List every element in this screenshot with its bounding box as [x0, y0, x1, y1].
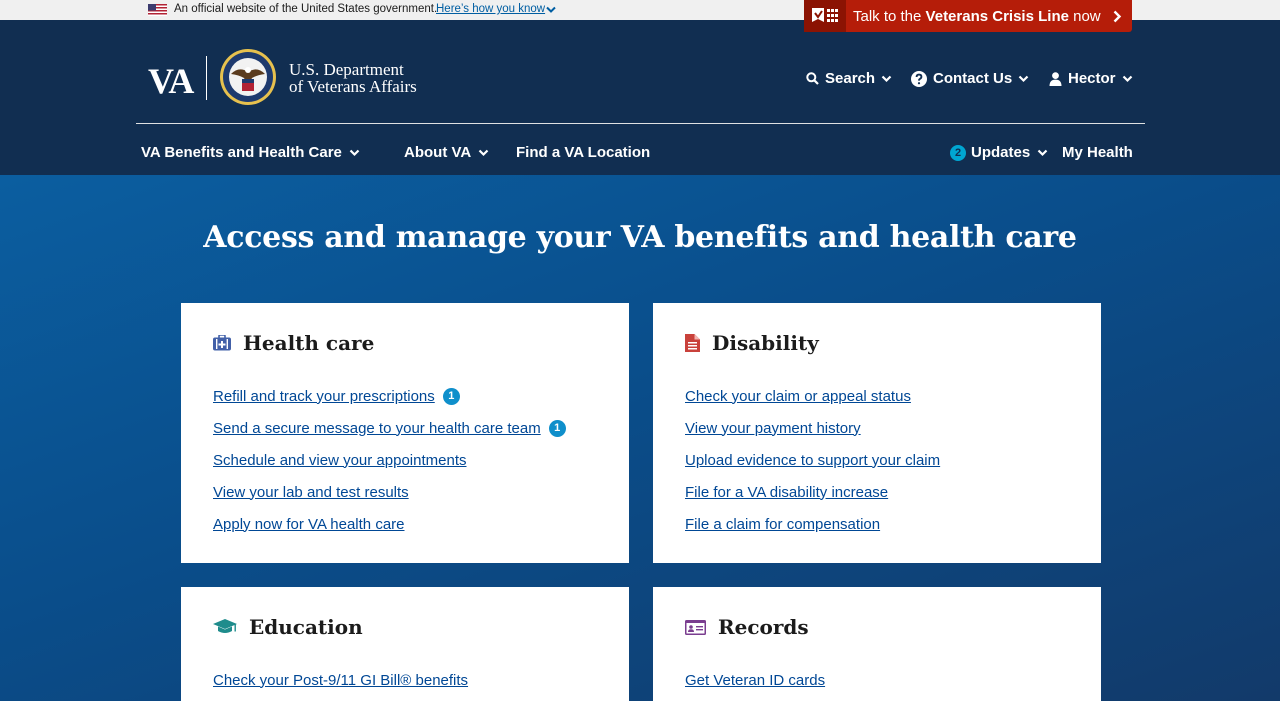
lab-results-link[interactable]: View your lab and test results [213, 484, 409, 501]
site-header: VA U.S. Department of Veterans Affairs S… [0, 20, 1280, 175]
list-item: File for a VA disability increase [685, 476, 940, 508]
list-item: Check your Post-9/11 GI Bill® benefits [213, 664, 468, 696]
department-name-line1: U.S. Department [289, 60, 404, 79]
chevron-down-icon [1018, 75, 1029, 82]
nav-benefits-and-health-care[interactable]: VA Benefits and Health Care [141, 144, 360, 161]
user-name-label: Hector [1068, 70, 1116, 87]
list-item: Apply now for VA health care [213, 508, 566, 540]
card-records: Records Get Veteran ID cards [653, 587, 1101, 701]
veterans-crisis-line-button[interactable]: Talk to the Veterans Crisis Line now [804, 0, 1132, 32]
chevron-down-icon [478, 149, 489, 156]
list-item: Send a secure message to your health car… [213, 412, 566, 444]
nav-my-health[interactable]: My Health [1062, 144, 1133, 161]
card-link-list: Check your claim or appeal status View y… [685, 380, 940, 540]
nav-about-label: About VA [404, 144, 472, 161]
card-header: Education [213, 615, 363, 639]
question-circle-icon [911, 70, 927, 87]
va-logo-text[interactable]: VA [148, 60, 194, 102]
list-item: Check your claim or appeal status [685, 380, 940, 412]
list-item: Get Veteran ID cards [685, 664, 825, 696]
user-icon [1049, 71, 1062, 86]
crisis-line-bold: Veterans Crisis Line [925, 8, 1069, 25]
heres-how-you-know-link[interactable]: Here’s how you know [436, 3, 545, 15]
search-menu-button[interactable]: Search [806, 70, 892, 87]
chevron-down-icon [1037, 149, 1048, 156]
appointments-link[interactable]: Schedule and view your appointments [213, 452, 467, 469]
chevron-down-icon [349, 149, 360, 156]
medkit-icon [213, 335, 231, 351]
list-item: View your lab and test results [213, 476, 566, 508]
card-title: Records [718, 615, 809, 639]
card-education: Education Check your Post-9/11 GI Bill® … [181, 587, 629, 701]
list-item: File a claim for compensation [685, 508, 940, 540]
updates-count-badge: 2 [950, 144, 966, 161]
card-health-care: Health care Refill and track your prescr… [181, 303, 629, 563]
va-seal-icon[interactable] [219, 48, 277, 106]
notification-count-badge: 1 [548, 419, 566, 437]
page-title: Access and manage your VA benefits and h… [203, 220, 1077, 255]
card-header: Health care [213, 331, 374, 355]
search-icon [806, 72, 819, 85]
graduation-cap-icon [213, 619, 237, 633]
nav-benefits-label: VA Benefits and Health Care [141, 144, 342, 161]
claim-status-link[interactable]: Check your claim or appeal status [685, 388, 911, 405]
disability-increase-link[interactable]: File for a VA disability increase [685, 484, 888, 501]
list-item: Upload evidence to support your claim [685, 444, 940, 476]
list-item: Refill and track your prescriptions 1 [213, 380, 566, 412]
gi-bill-benefits-link[interactable]: Check your Post-9/11 GI Bill® benefits [213, 672, 468, 689]
contact-us-menu-button[interactable]: Contact Us [911, 70, 1029, 87]
header-divider [136, 123, 1145, 124]
crisis-line-icon-box [804, 0, 846, 32]
file-text-icon [685, 334, 700, 352]
id-card-icon [685, 619, 706, 635]
nav-my-health-label: My Health [1062, 144, 1133, 161]
crisis-line-text: Talk to the Veterans Crisis Line now [853, 8, 1101, 25]
nav-updates[interactable]: 2 Updates [950, 144, 1048, 161]
user-account-menu-button[interactable]: Hector [1049, 70, 1133, 87]
nav-about-va[interactable]: About VA [404, 144, 489, 161]
refill-prescriptions-link[interactable]: Refill and track your prescriptions [213, 388, 435, 405]
nav-find-label: Find a VA Location [516, 144, 651, 161]
secure-message-link[interactable]: Send a secure message to your health car… [213, 420, 541, 437]
notification-count-badge: 1 [442, 387, 460, 405]
hero-section: Access and manage your VA benefits and h… [0, 175, 1280, 701]
chevron-down-icon [881, 75, 892, 82]
us-flag-icon [148, 4, 167, 16]
file-claim-link[interactable]: File a claim for compensation [685, 516, 880, 533]
nav-updates-label: Updates [971, 144, 1031, 161]
official-website-text: An official website of the United States… [174, 3, 438, 15]
chevron-down-icon [1122, 75, 1132, 82]
card-link-list: Check your Post-9/11 GI Bill® benefits [213, 664, 468, 696]
chevron-down-icon[interactable] [546, 6, 556, 14]
list-item: View your payment history [685, 412, 940, 444]
list-item: Schedule and view your appointments [213, 444, 566, 476]
crisis-line-icon [812, 8, 838, 22]
card-title: Education [249, 615, 363, 639]
crisis-line-prefix: Talk to the [853, 8, 926, 25]
department-name-line2: of Veterans Affairs [289, 77, 417, 96]
department-name: U.S. Department of Veterans Affairs [289, 61, 417, 95]
card-header: Disability [685, 331, 819, 355]
card-header: Records [685, 615, 809, 639]
card-title: Disability [712, 331, 819, 355]
card-title: Health care [243, 331, 375, 355]
chevron-right-icon [1113, 10, 1122, 23]
nav-find-va-location[interactable]: Find a VA Location [516, 144, 650, 161]
veteran-id-cards-link[interactable]: Get Veteran ID cards [685, 672, 825, 689]
card-link-list: Refill and track your prescriptions 1 Se… [213, 380, 566, 540]
payment-history-link[interactable]: View your payment history [685, 420, 861, 437]
logo-divider [206, 56, 207, 100]
card-disability: Disability Check your claim or appeal st… [653, 303, 1101, 563]
upload-evidence-link[interactable]: Upload evidence to support your claim [685, 452, 940, 469]
search-label: Search [825, 70, 876, 87]
crisis-line-suffix: now [1068, 8, 1101, 25]
apply-health-care-link[interactable]: Apply now for VA health care [213, 516, 405, 533]
contact-us-label: Contact Us [933, 70, 1013, 87]
card-link-list: Get Veteran ID cards [685, 664, 825, 696]
